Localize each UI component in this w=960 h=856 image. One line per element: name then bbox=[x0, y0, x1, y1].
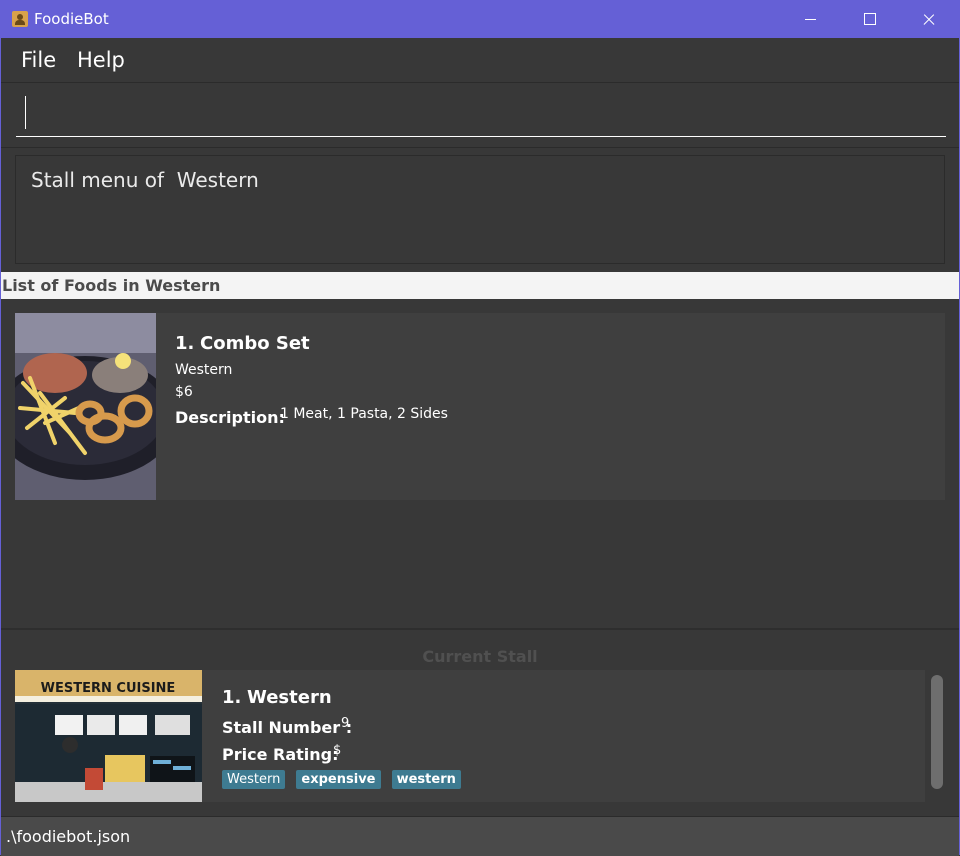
tag-list: Western expensive western bbox=[222, 768, 467, 790]
stall-index: 1. bbox=[222, 687, 242, 708]
text-caret bbox=[25, 96, 26, 129]
stall-name: Western bbox=[247, 687, 332, 708]
tag: expensive bbox=[296, 770, 381, 789]
close-button[interactable] bbox=[900, 0, 958, 38]
food-stall: Western bbox=[175, 362, 233, 378]
title-bar: FoodieBot bbox=[0, 0, 960, 38]
command-input[interactable] bbox=[16, 95, 946, 137]
menu-bar: File Help bbox=[1, 38, 959, 83]
minimize-button[interactable] bbox=[781, 0, 839, 38]
stall-scrollbar-thumb[interactable] bbox=[931, 675, 943, 789]
app-icon bbox=[12, 11, 28, 27]
food-photo-icon bbox=[15, 313, 156, 500]
menu-file[interactable]: File bbox=[21, 48, 56, 72]
result-display: Stall menu of Western bbox=[15, 155, 945, 264]
current-stall-title: Current Stall bbox=[422, 647, 538, 666]
save-file-path: .\foodiebot.json bbox=[6, 827, 131, 846]
window-title: FoodieBot bbox=[34, 10, 109, 28]
menu-help[interactable]: Help bbox=[77, 48, 125, 72]
tag: Western bbox=[222, 770, 286, 789]
food-price: $6 bbox=[175, 384, 193, 400]
stall-photo-icon: WESTERN CUISINE bbox=[15, 670, 202, 802]
tag: western bbox=[391, 770, 461, 789]
price-rating: $ bbox=[333, 743, 342, 758]
food-description: 1 Meat, 1 Pasta, 2 Sides bbox=[280, 406, 448, 422]
result-text: Stall menu of Western bbox=[31, 168, 259, 192]
maximize-button[interactable] bbox=[841, 0, 899, 38]
status-bar: .\foodiebot.json bbox=[1, 816, 959, 856]
window-border-left bbox=[0, 38, 1, 855]
panel-divider[interactable] bbox=[1, 628, 959, 630]
stall-number-label: Stall Number : bbox=[222, 718, 353, 737]
food-name: Combo Set bbox=[200, 333, 310, 354]
food-card[interactable]: 1. Combo Set Western $6 Description: 1 M… bbox=[15, 313, 945, 500]
command-box bbox=[1, 83, 959, 148]
food-description-label: Description: bbox=[175, 408, 285, 427]
stall-sign-text: WESTERN CUISINE bbox=[41, 681, 176, 696]
stall-number: 9 bbox=[341, 716, 350, 731]
food-list-header: List of Foods in Western bbox=[1, 272, 959, 299]
stall-card[interactable]: WESTERN CUISINE 1. Western Stall Number … bbox=[15, 670, 925, 802]
food-index: 1. bbox=[175, 333, 195, 354]
price-rating-label: Price Rating: bbox=[222, 745, 339, 764]
food-list-title: List of Foods in Western bbox=[2, 276, 221, 295]
